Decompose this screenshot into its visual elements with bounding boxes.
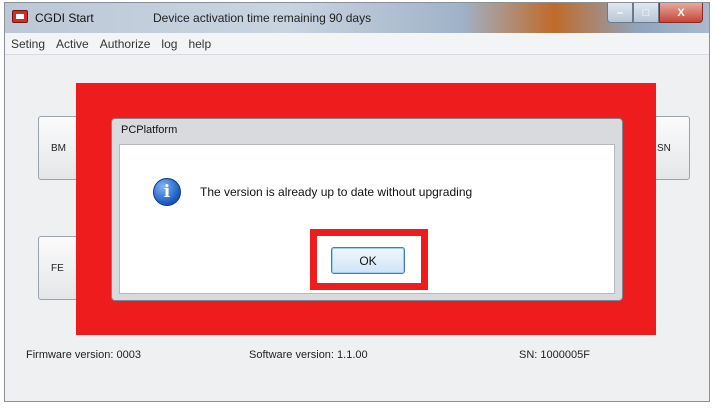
menu-seting[interactable]: Seting [11,37,45,51]
menu-bar: Seting Active Authorize log help [5,33,709,55]
dialog-title: PCPlatform [121,124,178,136]
main-button-bottom-left-label: FE [51,262,64,274]
main-button-top-left-label: BM [51,142,66,154]
title-bar[interactable]: CGDI Start Device activation time remain… [5,3,709,33]
minimize-button[interactable]: – [607,3,633,23]
main-button-top-right-label: SN [657,142,671,154]
window-controls: – □ X [607,3,703,25]
window-title: CGDI Start [35,11,94,25]
serial-number: SN: 1000005F [519,349,590,361]
menu-help[interactable]: help [188,37,211,51]
close-button[interactable]: X [659,3,703,23]
info-icon: i [153,178,181,206]
maximize-button[interactable]: □ [633,3,659,23]
menu-authorize[interactable]: Authorize [100,37,151,51]
ok-button[interactable]: OK [331,247,405,274]
software-version: Software version: 1.1.00 [249,349,368,361]
app-icon [12,10,28,23]
menu-active[interactable]: Active [56,37,89,51]
activation-notice: Device activation time remaining 90 days [153,11,372,25]
firmware-version: Firmware version: 0003 [26,349,141,361]
dialog-message: The version is already up to date withou… [200,185,473,199]
menu-log[interactable]: log [161,37,177,51]
